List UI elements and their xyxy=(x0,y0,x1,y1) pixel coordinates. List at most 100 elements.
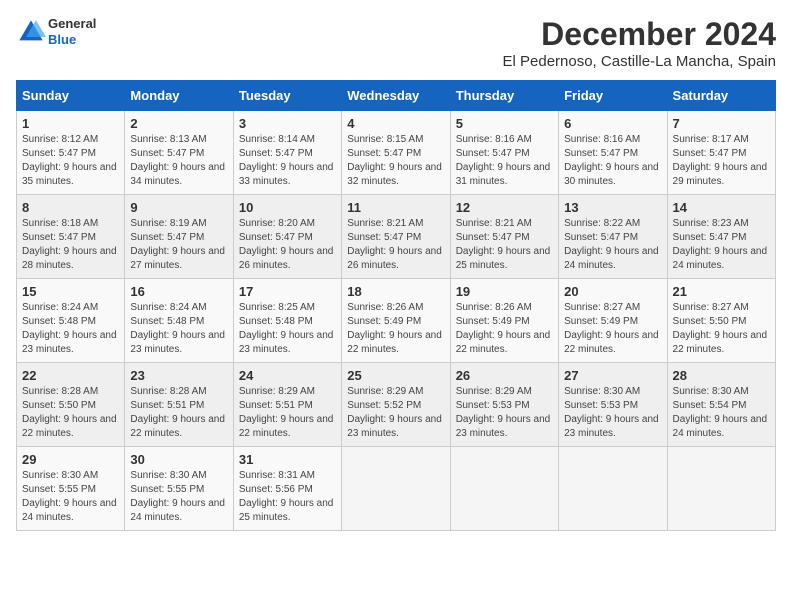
day-info: Sunrise: 8:26 AM Sunset: 5:49 PM Dayligh… xyxy=(456,301,553,357)
weekday-header: Saturday xyxy=(667,81,775,111)
calendar-day-cell xyxy=(559,447,667,531)
day-number: 13 xyxy=(564,200,661,215)
day-info: Sunrise: 8:23 AM Sunset: 5:47 PM Dayligh… xyxy=(673,217,770,273)
calendar-day-cell: 16 Sunrise: 8:24 AM Sunset: 5:48 PM Dayl… xyxy=(125,279,233,363)
day-info: Sunrise: 8:13 AM Sunset: 5:47 PM Dayligh… xyxy=(130,133,227,189)
day-number: 22 xyxy=(22,368,119,383)
calendar-day-cell: 30 Sunrise: 8:30 AM Sunset: 5:55 PM Dayl… xyxy=(125,447,233,531)
day-number: 23 xyxy=(130,368,227,383)
day-number: 25 xyxy=(347,368,444,383)
page-header: General Blue December 2024 El Pedernoso,… xyxy=(16,16,776,70)
day-info: Sunrise: 8:25 AM Sunset: 5:48 PM Dayligh… xyxy=(239,301,336,357)
day-info: Sunrise: 8:29 AM Sunset: 5:52 PM Dayligh… xyxy=(347,385,444,441)
day-number: 21 xyxy=(673,284,770,299)
day-info: Sunrise: 8:20 AM Sunset: 5:47 PM Dayligh… xyxy=(239,217,336,273)
day-number: 24 xyxy=(239,368,336,383)
day-number: 28 xyxy=(673,368,770,383)
day-info: Sunrise: 8:15 AM Sunset: 5:47 PM Dayligh… xyxy=(347,133,444,189)
calendar-day-cell: 22 Sunrise: 8:28 AM Sunset: 5:50 PM Dayl… xyxy=(17,363,125,447)
day-number: 12 xyxy=(456,200,553,215)
day-number: 5 xyxy=(456,116,553,131)
day-number: 31 xyxy=(239,452,336,467)
weekday-header: Wednesday xyxy=(342,81,450,111)
day-number: 14 xyxy=(673,200,770,215)
day-info: Sunrise: 8:27 AM Sunset: 5:50 PM Dayligh… xyxy=(673,301,770,357)
day-number: 1 xyxy=(22,116,119,131)
weekday-header: Thursday xyxy=(450,81,558,111)
calendar-day-cell: 25 Sunrise: 8:29 AM Sunset: 5:52 PM Dayl… xyxy=(342,363,450,447)
day-number: 27 xyxy=(564,368,661,383)
day-number: 16 xyxy=(130,284,227,299)
day-info: Sunrise: 8:18 AM Sunset: 5:47 PM Dayligh… xyxy=(22,217,119,273)
calendar-day-cell: 17 Sunrise: 8:25 AM Sunset: 5:48 PM Dayl… xyxy=(233,279,341,363)
calendar-day-cell: 27 Sunrise: 8:30 AM Sunset: 5:53 PM Dayl… xyxy=(559,363,667,447)
calendar-day-cell: 31 Sunrise: 8:31 AM Sunset: 5:56 PM Dayl… xyxy=(233,447,341,531)
calendar-week-row: 22 Sunrise: 8:28 AM Sunset: 5:50 PM Dayl… xyxy=(17,363,776,447)
weekday-header: Sunday xyxy=(17,81,125,111)
calendar-day-cell xyxy=(450,447,558,531)
calendar-day-cell: 9 Sunrise: 8:19 AM Sunset: 5:47 PM Dayli… xyxy=(125,195,233,279)
calendar-day-cell xyxy=(667,447,775,531)
calendar-day-cell: 23 Sunrise: 8:28 AM Sunset: 5:51 PM Dayl… xyxy=(125,363,233,447)
day-info: Sunrise: 8:26 AM Sunset: 5:49 PM Dayligh… xyxy=(347,301,444,357)
day-info: Sunrise: 8:28 AM Sunset: 5:50 PM Dayligh… xyxy=(22,385,119,441)
weekday-header: Tuesday xyxy=(233,81,341,111)
calendar-day-cell: 21 Sunrise: 8:27 AM Sunset: 5:50 PM Dayl… xyxy=(667,279,775,363)
day-info: Sunrise: 8:30 AM Sunset: 5:55 PM Dayligh… xyxy=(22,469,119,525)
calendar-day-cell xyxy=(342,447,450,531)
day-info: Sunrise: 8:14 AM Sunset: 5:47 PM Dayligh… xyxy=(239,133,336,189)
calendar-day-cell: 11 Sunrise: 8:21 AM Sunset: 5:47 PM Dayl… xyxy=(342,195,450,279)
calendar-day-cell: 13 Sunrise: 8:22 AM Sunset: 5:47 PM Dayl… xyxy=(559,195,667,279)
day-number: 6 xyxy=(564,116,661,131)
logo-icon xyxy=(16,17,46,47)
day-number: 2 xyxy=(130,116,227,131)
day-info: Sunrise: 8:17 AM Sunset: 5:47 PM Dayligh… xyxy=(673,133,770,189)
day-info: Sunrise: 8:24 AM Sunset: 5:48 PM Dayligh… xyxy=(130,301,227,357)
calendar-day-cell: 10 Sunrise: 8:20 AM Sunset: 5:47 PM Dayl… xyxy=(233,195,341,279)
calendar-day-cell: 3 Sunrise: 8:14 AM Sunset: 5:47 PM Dayli… xyxy=(233,111,341,195)
day-info: Sunrise: 8:27 AM Sunset: 5:49 PM Dayligh… xyxy=(564,301,661,357)
calendar-day-cell: 18 Sunrise: 8:26 AM Sunset: 5:49 PM Dayl… xyxy=(342,279,450,363)
day-number: 9 xyxy=(130,200,227,215)
logo-text: General Blue xyxy=(48,16,96,47)
calendar-table: SundayMondayTuesdayWednesdayThursdayFrid… xyxy=(16,80,776,531)
day-info: Sunrise: 8:16 AM Sunset: 5:47 PM Dayligh… xyxy=(456,133,553,189)
day-number: 3 xyxy=(239,116,336,131)
calendar-day-cell: 28 Sunrise: 8:30 AM Sunset: 5:54 PM Dayl… xyxy=(667,363,775,447)
day-number: 17 xyxy=(239,284,336,299)
day-number: 7 xyxy=(673,116,770,131)
day-number: 8 xyxy=(22,200,119,215)
day-info: Sunrise: 8:30 AM Sunset: 5:53 PM Dayligh… xyxy=(564,385,661,441)
day-number: 26 xyxy=(456,368,553,383)
calendar-day-cell: 12 Sunrise: 8:21 AM Sunset: 5:47 PM Dayl… xyxy=(450,195,558,279)
calendar-week-row: 15 Sunrise: 8:24 AM Sunset: 5:48 PM Dayl… xyxy=(17,279,776,363)
calendar-day-cell: 7 Sunrise: 8:17 AM Sunset: 5:47 PM Dayli… xyxy=(667,111,775,195)
logo-general: General xyxy=(48,16,96,32)
calendar-day-cell: 1 Sunrise: 8:12 AM Sunset: 5:47 PM Dayli… xyxy=(17,111,125,195)
day-number: 11 xyxy=(347,200,444,215)
day-number: 20 xyxy=(564,284,661,299)
day-info: Sunrise: 8:30 AM Sunset: 5:55 PM Dayligh… xyxy=(130,469,227,525)
logo-blue: Blue xyxy=(48,32,96,48)
calendar-day-cell: 15 Sunrise: 8:24 AM Sunset: 5:48 PM Dayl… xyxy=(17,279,125,363)
day-info: Sunrise: 8:19 AM Sunset: 5:47 PM Dayligh… xyxy=(130,217,227,273)
day-info: Sunrise: 8:21 AM Sunset: 5:47 PM Dayligh… xyxy=(347,217,444,273)
calendar-day-cell: 19 Sunrise: 8:26 AM Sunset: 5:49 PM Dayl… xyxy=(450,279,558,363)
day-info: Sunrise: 8:12 AM Sunset: 5:47 PM Dayligh… xyxy=(22,133,119,189)
calendar-day-cell: 14 Sunrise: 8:23 AM Sunset: 5:47 PM Dayl… xyxy=(667,195,775,279)
title-area: December 2024 El Pedernoso, Castille-La … xyxy=(503,16,777,70)
day-number: 10 xyxy=(239,200,336,215)
day-info: Sunrise: 8:21 AM Sunset: 5:47 PM Dayligh… xyxy=(456,217,553,273)
calendar-week-row: 29 Sunrise: 8:30 AM Sunset: 5:55 PM Dayl… xyxy=(17,447,776,531)
month-title: December 2024 xyxy=(503,16,777,53)
day-info: Sunrise: 8:24 AM Sunset: 5:48 PM Dayligh… xyxy=(22,301,119,357)
calendar-day-cell: 6 Sunrise: 8:16 AM Sunset: 5:47 PM Dayli… xyxy=(559,111,667,195)
location: El Pedernoso, Castille-La Mancha, Spain xyxy=(503,53,777,70)
weekday-header-row: SundayMondayTuesdayWednesdayThursdayFrid… xyxy=(17,81,776,111)
day-number: 29 xyxy=(22,452,119,467)
day-number: 18 xyxy=(347,284,444,299)
calendar-week-row: 8 Sunrise: 8:18 AM Sunset: 5:47 PM Dayli… xyxy=(17,195,776,279)
logo: General Blue xyxy=(16,16,96,47)
calendar-day-cell: 8 Sunrise: 8:18 AM Sunset: 5:47 PM Dayli… xyxy=(17,195,125,279)
day-info: Sunrise: 8:31 AM Sunset: 5:56 PM Dayligh… xyxy=(239,469,336,525)
